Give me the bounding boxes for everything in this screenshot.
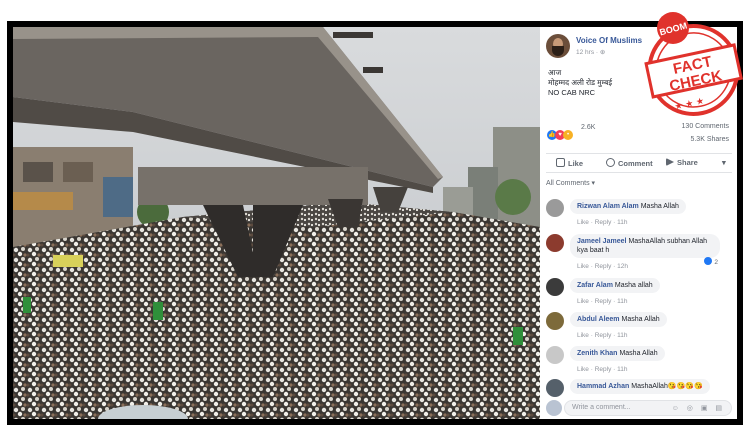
post-text: आज मोहम्मद अली रोड मुम्बई NO CAB NRC [548, 68, 612, 98]
comment-like-link[interactable]: Like [577, 332, 589, 339]
comment-time[interactable]: 11h [617, 219, 627, 226]
wow-reaction-icon: • [563, 130, 573, 140]
globe-icon: · ⊕ [595, 49, 606, 56]
comment-like-link[interactable]: Like [577, 263, 589, 270]
comment-label: Comment [618, 159, 653, 168]
like-reaction-icon [704, 257, 713, 265]
comments-count-link[interactable]: 130 Comments [682, 123, 729, 130]
comment-input-placeholder: Write a comment... [572, 404, 631, 411]
composer-tools-icons[interactable]: ☺ ◎ ▣ ▤ [672, 404, 725, 412]
comment-time[interactable]: 11h [617, 298, 627, 305]
share-arrow-icon [666, 158, 674, 166]
commenter-avatar[interactable] [546, 379, 564, 397]
like-label: Like [568, 159, 584, 168]
comment-like-link[interactable]: Like [577, 219, 589, 226]
shares-count-link[interactable]: 5.3K Shares [690, 136, 729, 143]
comment-meta: Like · Reply · 11h [577, 366, 628, 373]
comment-text: MashaAllah [631, 383, 668, 390]
comment-bubble: Jameel Jameel MashaAllah subhan Allah kya… [570, 234, 720, 258]
comment-reply-link[interactable]: Reply [595, 332, 612, 339]
fact-check-stamp: FACT CHECK ★ ★ ★ BOOM [640, 10, 746, 122]
comment-bubble-icon [606, 158, 615, 167]
commenter-name[interactable]: Hammad Azhan [577, 383, 629, 390]
crowd-photo [13, 27, 540, 419]
commenter-avatar[interactable] [546, 199, 564, 217]
page-name-link[interactable]: Voice Of Muslims [576, 36, 642, 45]
comment-reply-link[interactable]: Reply [595, 366, 612, 373]
comment-time[interactable]: 11h [617, 366, 627, 373]
reaction-icons[interactable]: 👍 ♥ • [547, 123, 573, 141]
comment-text: Masha Allah [621, 316, 660, 323]
share-button[interactable]: Share [666, 158, 698, 167]
post-actions: Like Comment Share ▾ [546, 153, 732, 173]
comment-reply-link[interactable]: Reply [595, 298, 612, 305]
commenter-name[interactable]: Jameel Jameel [577, 238, 626, 245]
post-meta: 12 hrs · ⊕ [576, 48, 605, 56]
comment-bubble: Zafar Alam Masha allah [570, 278, 660, 293]
comment-bubble: Hammad Azhan MashaAllah😘😘😘😘 [570, 379, 710, 394]
reaction-bar: 👍 ♥ • 2.6K 130 Comments 5.3K Shares [547, 123, 733, 143]
commenter-avatar[interactable] [546, 312, 564, 330]
comment-meta: Like · Reply · 11h [577, 219, 628, 226]
comment-meta: Like · Reply · 11h [577, 332, 628, 339]
post-text-line: मोहम्मद अली रोड मुम्बई [548, 78, 613, 87]
thumbs-up-icon [556, 158, 565, 167]
comment-like-link[interactable]: Like [577, 366, 589, 373]
commenter-avatar[interactable] [546, 278, 564, 296]
comment-meta: Like · Reply · 12h [577, 263, 628, 270]
comment-input[interactable]: Write a comment... ☺ ◎ ▣ ▤ [564, 400, 732, 416]
post-text-line: आज [548, 68, 562, 77]
reaction-count[interactable]: 2.6K [581, 124, 595, 131]
like-button[interactable]: Like [556, 158, 583, 168]
chevron-down-icon[interactable]: ▾ [722, 158, 726, 167]
comment-bubble: Zenith Khan Masha Allah [570, 346, 665, 361]
comment-bubble: Rizwan Alam Alam Masha Allah [570, 199, 686, 214]
commenter-name[interactable]: Rizwan Alam Alam [577, 203, 639, 210]
comment-text: Masha Allah [619, 350, 658, 357]
commenter-avatar[interactable] [546, 346, 564, 364]
comment-text: Masha Allah [640, 203, 679, 210]
comment-text: Masha allah [614, 282, 653, 289]
commenter-name[interactable]: Zenith Khan [577, 350, 617, 357]
comment-reply-link[interactable]: Reply [595, 219, 612, 226]
commenter-avatar[interactable] [546, 234, 564, 252]
share-label: Share [677, 158, 698, 167]
comment-reply-link[interactable]: Reply [595, 263, 612, 270]
comment-bubble: Abdul Aleem Masha Allah [570, 312, 667, 327]
post-time[interactable]: 12 hrs [576, 49, 594, 56]
comment-like-link[interactable]: Like [577, 298, 589, 305]
page-avatar[interactable] [546, 34, 570, 58]
commenter-name[interactable]: Zafar Alam [577, 282, 613, 289]
comment-meta: Like · Reply · 11h [577, 298, 628, 305]
comments-filter-dropdown[interactable]: All Comments ▾ [546, 179, 595, 187]
comment-emojis: 😘😘😘😘 [667, 383, 703, 390]
star-icon: ★ ★ ★ [674, 97, 705, 113]
comment-time[interactable]: 11h [617, 332, 627, 339]
commenter-name[interactable]: Abdul Aleem [577, 316, 620, 323]
comment-reaction-count[interactable]: 2 [704, 257, 718, 266]
comment-reaction-number: 2 [714, 259, 718, 266]
comment-time[interactable]: 12h [617, 263, 628, 270]
post-text-line: NO CAB NRC [548, 88, 596, 97]
current-user-avatar [546, 400, 562, 416]
